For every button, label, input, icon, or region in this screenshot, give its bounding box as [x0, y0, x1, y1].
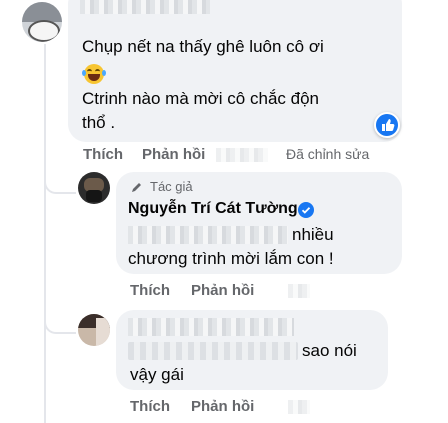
thread-branch [44, 172, 76, 194]
reply-button[interactable]: Phản hồi [142, 146, 205, 163]
reply-button[interactable]: Phản hồi [191, 398, 254, 415]
thread-line [44, 44, 46, 423]
like-reaction-icon[interactable] [374, 112, 400, 138]
avatar[interactable] [78, 172, 110, 204]
comment-text: Ctrinh nào mà mời cô chắc độn [82, 89, 319, 108]
verified-badge-icon [298, 202, 314, 218]
reply-actions: Phản hồi [191, 398, 254, 415]
redacted-timestamp [288, 284, 310, 298]
reply-actions: Phản hồi [191, 282, 254, 299]
reply-text: nhiều [292, 225, 334, 244]
reply-text: sao nói [302, 341, 357, 360]
author-name[interactable]: Nguyễn Trí Cát Tường [128, 200, 298, 218]
edited-label: Đã chỉnh sửa [286, 146, 370, 162]
reply-actions: Thích [130, 398, 170, 415]
redacted-name [128, 318, 294, 336]
comment-text: thổ . [82, 113, 116, 132]
redacted-timestamp [288, 400, 310, 414]
pen-icon [130, 180, 144, 194]
like-button[interactable]: Thích [83, 146, 123, 163]
comment-actions: Thích [83, 146, 123, 163]
reply-text: chương trình mời lắm con ! [128, 249, 334, 268]
redacted-mention [128, 226, 288, 244]
redacted-mention [128, 342, 298, 360]
comment-actions: Phản hồi [142, 146, 205, 163]
reply-actions: Thích [130, 282, 170, 299]
like-button[interactable]: Thích [130, 282, 170, 299]
like-button[interactable]: Thích [130, 398, 170, 415]
laughing-emoji-icon [82, 64, 106, 84]
comment-text: Chụp nết na thấy ghê luôn cô ơi [82, 37, 324, 56]
reply-button[interactable]: Phản hồi [191, 282, 254, 299]
author-tag: Tác giả [150, 179, 193, 194]
redacted-name [80, 0, 210, 14]
avatar[interactable] [22, 2, 62, 42]
reply-text: vậy gái [130, 365, 184, 384]
avatar[interactable] [78, 314, 110, 346]
redacted-timestamp [216, 148, 268, 162]
thread-branch [44, 312, 76, 334]
comment-bubble [68, 0, 402, 142]
